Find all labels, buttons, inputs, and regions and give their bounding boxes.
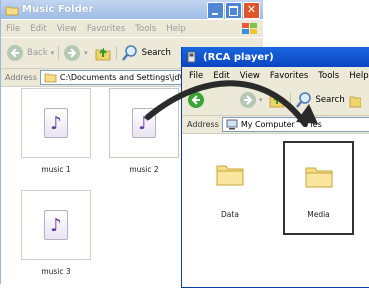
file-music-1[interactable]: ♪ music 1 <box>21 88 91 174</box>
back-icon[interactable] <box>187 91 205 109</box>
menu-tools[interactable]: Tools <box>318 71 339 81</box>
minimize-button[interactable] <box>207 2 224 19</box>
folder-icon <box>305 167 332 188</box>
file-label: music 2 <box>129 165 159 174</box>
search-icon[interactable] <box>121 44 139 62</box>
folder-icon <box>216 165 244 186</box>
forward-icon[interactable] <box>63 44 81 62</box>
window-title: (RCA player) <box>203 51 274 63</box>
forward-icon[interactable] <box>239 91 257 109</box>
menu-bar: File Edit View Favorites Tools Help <box>182 67 369 85</box>
address-label: Address <box>187 120 219 129</box>
rca-player-window: (RCA player) File Edit View Favorites To… <box>181 47 369 288</box>
music-folder-titlebar[interactable]: Music Folder ✕ <box>1 0 263 19</box>
address-path: My Computer <box>240 120 295 129</box>
windows-logo-icon <box>242 23 257 34</box>
back-button-label[interactable]: Back <box>27 48 48 58</box>
menu-favorites[interactable]: Favorites <box>270 71 308 81</box>
folder-media[interactable]: Media <box>283 141 354 235</box>
music-note-icon: ♪ <box>44 108 68 138</box>
address-label: Address <box>5 73 37 82</box>
menu-bar: File Edit View Favorites Tools Help <box>1 20 263 37</box>
file-music-3[interactable]: ♪ music 3 <box>21 190 91 276</box>
close-button[interactable]: ✕ <box>243 2 260 19</box>
folder-icon <box>5 6 19 15</box>
address-bar: Address My Computer S ies <box>182 116 369 134</box>
menu-edit[interactable]: Edit <box>30 24 46 34</box>
player-icon <box>187 51 196 63</box>
menu-help[interactable]: Help <box>349 71 368 81</box>
menu-favorites[interactable]: Favorites <box>87 24 125 34</box>
maximize-button[interactable] <box>225 2 242 19</box>
menu-help[interactable]: Help <box>166 24 185 34</box>
menu-edit[interactable]: Edit <box>213 71 229 81</box>
go-up-folder-icon[interactable] <box>94 44 112 62</box>
go-up-folder-icon[interactable] <box>268 91 286 109</box>
search-button-label[interactable]: Search <box>142 48 171 58</box>
folder-icon <box>44 73 57 83</box>
music-note-icon: ♪ <box>132 108 156 138</box>
search-icon[interactable] <box>295 91 313 109</box>
window-title: Music Folder <box>22 4 94 15</box>
folder-label: Media <box>307 210 330 219</box>
file-music-2[interactable]: ♪ music 2 <box>109 88 179 174</box>
address-path-suffix: S ies <box>302 120 322 129</box>
search-button-label[interactable]: Search <box>316 95 345 105</box>
menu-file[interactable]: File <box>6 24 20 34</box>
my-computer-icon <box>226 119 238 130</box>
folders-icon[interactable] <box>349 91 361 109</box>
menu-view[interactable]: View <box>240 71 260 81</box>
back-icon[interactable] <box>6 44 24 62</box>
folder-data[interactable]: Data <box>197 139 263 219</box>
folder-label: Data <box>221 210 239 219</box>
toolbar: ▾ Search <box>182 85 369 116</box>
music-note-icon: ♪ <box>44 210 68 240</box>
menu-file[interactable]: File <box>189 71 203 81</box>
menu-view[interactable]: View <box>57 24 77 34</box>
address-input[interactable]: My Computer S ies <box>221 117 369 132</box>
file-label: music 3 <box>41 267 71 276</box>
rca-player-titlebar[interactable]: (RCA player) <box>182 47 369 67</box>
menu-tools[interactable]: Tools <box>135 24 156 34</box>
file-label: music 1 <box>41 165 71 174</box>
